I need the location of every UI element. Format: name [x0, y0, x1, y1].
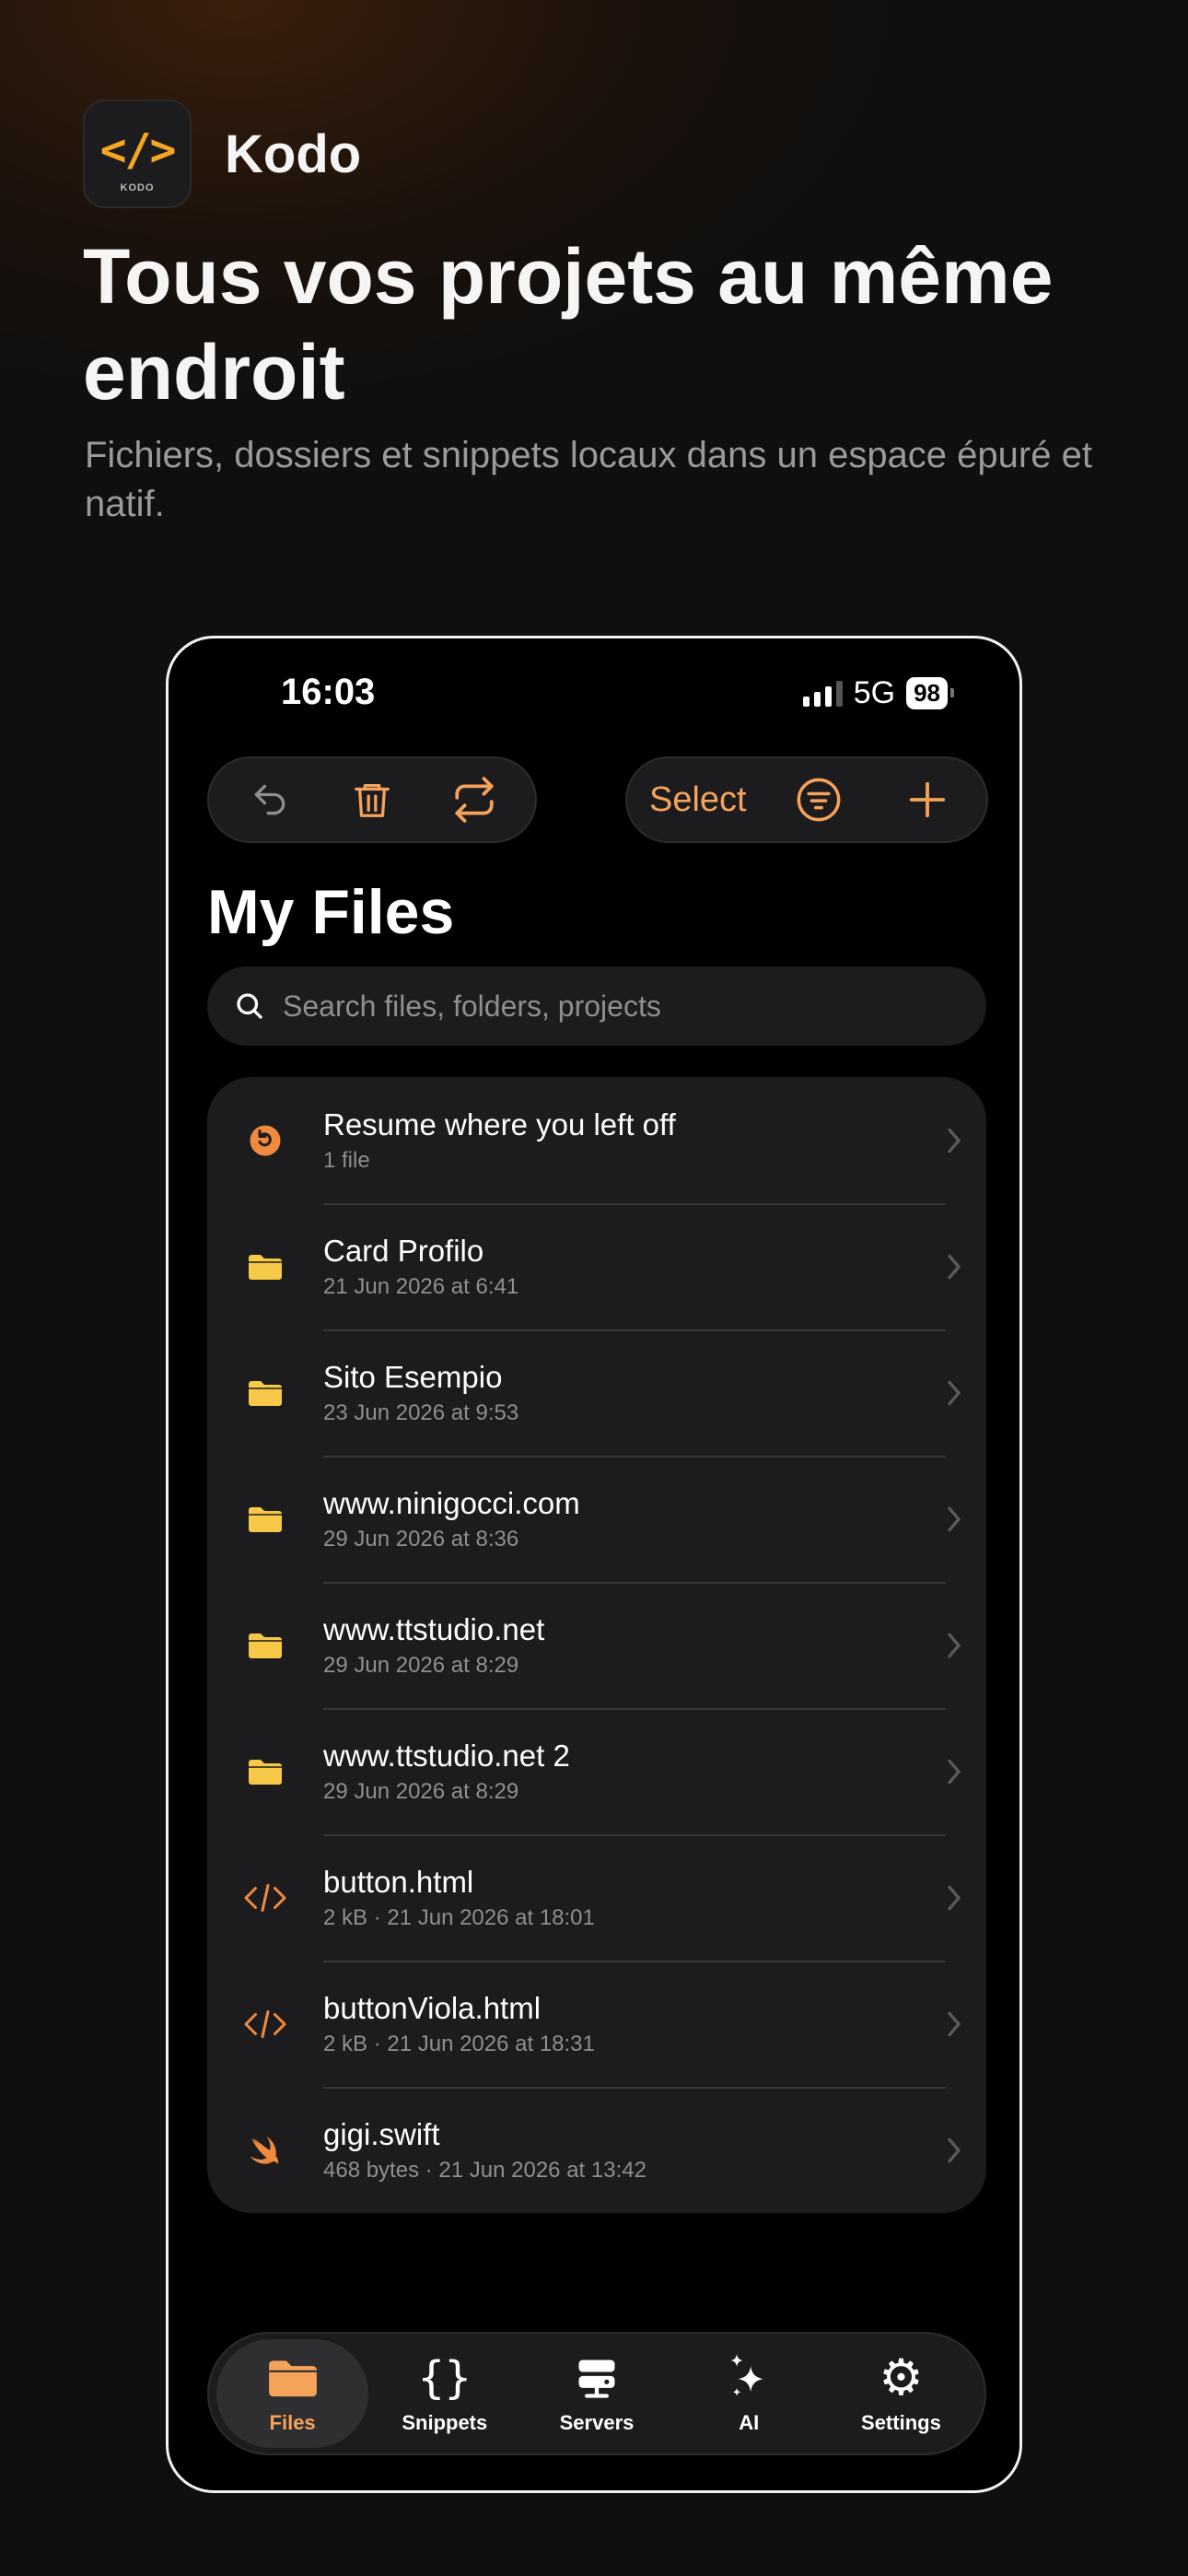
- item-name: Resume where you left off: [323, 1107, 676, 1142]
- folder-icon: [249, 1380, 282, 1406]
- trash-icon: [355, 784, 390, 817]
- tab-label: Files: [269, 2411, 316, 2434]
- filter-button[interactable]: [782, 763, 856, 837]
- plus-icon: [909, 781, 946, 818]
- delete-button[interactable]: [335, 763, 409, 837]
- item-meta: 2 kB · 21 Jun 2026 at 18:31: [323, 2031, 595, 2056]
- item-name: buttonViola.html: [323, 1990, 542, 2025]
- tab-servers[interactable]: Servers: [520, 2339, 672, 2448]
- tab-bar: Files {} Snippets Servers AI ⚙ Settings: [207, 2332, 986, 2455]
- app-icon-caption: KODO: [120, 182, 155, 193]
- app-icon: </> KODO: [83, 100, 192, 208]
- tab-settings[interactable]: ⚙ Settings: [825, 2339, 977, 2448]
- chevron-right-icon: [948, 1380, 961, 1405]
- resume-icon: [250, 1125, 281, 1155]
- swift-file-icon: [250, 2136, 279, 2164]
- list-item-file[interactable]: gigi.swift 468 bytes · 21 Jun 2026 at 13:…: [207, 2087, 986, 2213]
- item-meta: 2 kB · 21 Jun 2026 at 18:01: [323, 1904, 595, 1930]
- app-name: Kodo: [225, 123, 362, 184]
- phone-frame: 16:03 5G 98 Select My Files Search files…: [166, 636, 1022, 2493]
- select-button[interactable]: Select: [649, 780, 747, 820]
- tab-label: Settings: [861, 2411, 941, 2434]
- chevron-right-icon: [948, 1633, 961, 1657]
- item-meta: 21 Jun 2026 at 6:41: [323, 1273, 519, 1299]
- html-file-icon: [244, 1883, 286, 1912]
- item-meta: 29 Jun 2026 at 8:29: [323, 1652, 519, 1678]
- undo-button[interactable]: [233, 763, 307, 837]
- add-button[interactable]: [891, 763, 964, 837]
- chevron-right-icon: [948, 2137, 961, 2162]
- server-icon: [578, 2359, 615, 2398]
- search-bar[interactable]: [207, 966, 986, 1046]
- chevron-right-icon: [948, 1885, 961, 1910]
- tab-snippets[interactable]: {} Snippets: [368, 2339, 520, 2448]
- list-item-folder[interactable]: Sito Esempio 23 Jun 2026 at 9:53: [207, 1329, 986, 1456]
- sync-button[interactable]: [437, 763, 511, 837]
- tab-label: Snippets: [402, 2411, 488, 2434]
- toolbar-right: Select: [625, 756, 988, 843]
- item-meta: 23 Jun 2026 at 9:53: [323, 1399, 519, 1425]
- sparkles-icon: [730, 2354, 764, 2396]
- file-list: Resume where you left off 1 file Card Pro…: [207, 1077, 986, 2213]
- toolbar-left: [207, 756, 537, 843]
- folder-icon: [268, 2360, 317, 2397]
- list-item-folder[interactable]: www.ttstudio.net 29 Jun 2026 at 8:29: [207, 1582, 986, 1708]
- folder-icon: [249, 1759, 282, 1785]
- folder-icon: [249, 1633, 282, 1658]
- item-name: Sito Esempio: [323, 1359, 503, 1394]
- chevron-right-icon: [948, 1128, 961, 1153]
- item-meta: 1 file: [323, 1147, 370, 1173]
- item-meta: 468 bytes · 21 Jun 2026 at 13:42: [323, 2157, 646, 2183]
- signal-icon: [802, 680, 843, 707]
- promo-headline: Tous vos projets au même endroit: [83, 233, 1054, 416]
- tab-ai[interactable]: AI: [673, 2339, 825, 2448]
- filter-icon: [797, 778, 841, 822]
- search-icon: [237, 993, 262, 1019]
- app-icon-glyph: </>: [99, 124, 177, 176]
- braces-icon: {}: [417, 2352, 472, 2404]
- tab-label: AI: [739, 2411, 760, 2434]
- list-item-folder[interactable]: www.ninigocci.com 29 Jun 2026 at 8:36: [207, 1456, 986, 1582]
- battery-icon: 98: [906, 677, 954, 709]
- chevron-right-icon: [948, 1506, 961, 1531]
- item-name: www.ninigocci.com: [323, 1485, 580, 1520]
- chevron-right-icon: [948, 2011, 961, 2036]
- chevron-right-icon: [948, 1759, 961, 1784]
- page-title: My Files: [207, 877, 455, 947]
- status-bar: 16:03 5G 98: [169, 638, 1019, 749]
- gear-icon: ⚙: [879, 2348, 924, 2406]
- item-meta: 29 Jun 2026 at 8:36: [323, 1526, 519, 1551]
- promo-subline: Fichiers, dossiers et snippets locaux da…: [85, 435, 1092, 524]
- list-item-resume[interactable]: Resume where you left off 1 file: [207, 1077, 986, 1203]
- list-item-folder[interactable]: www.ttstudio.net 2 29 Jun 2026 at 8:29: [207, 1708, 986, 1834]
- item-meta: 29 Jun 2026 at 8:29: [323, 1778, 519, 1804]
- chevron-right-icon: [948, 1254, 961, 1279]
- html-file-icon: [244, 2009, 286, 2038]
- list-item-file[interactable]: button.html 2 kB · 21 Jun 2026 at 18:01: [207, 1834, 986, 1961]
- item-name: www.ttstudio.net 2: [323, 1738, 570, 1773]
- folder-icon: [249, 1254, 282, 1280]
- tab-files[interactable]: Files: [216, 2339, 369, 2448]
- list-item-folder[interactable]: Card Profilo 21 Jun 2026 at 6:41: [207, 1203, 986, 1329]
- app-header: </> KODO Kodo: [83, 100, 361, 208]
- item-name: gigi.swift: [323, 2116, 440, 2151]
- item-name: button.html: [323, 1864, 474, 1899]
- list-item-file[interactable]: buttonViola.html 2 kB · 21 Jun 2026 at 18…: [207, 1961, 986, 2087]
- item-name: www.ttstudio.net: [323, 1611, 545, 1646]
- folder-icon: [249, 1506, 282, 1532]
- network-label: 5G: [853, 675, 896, 710]
- status-indicators: 5G 98: [802, 675, 954, 711]
- tab-label: Servers: [559, 2411, 635, 2434]
- search-input[interactable]: [281, 988, 929, 1025]
- undo-icon: [254, 784, 285, 815]
- sync-icon: [455, 777, 494, 823]
- status-time: 16:03: [281, 672, 376, 712]
- item-name: Card Profilo: [323, 1233, 484, 1268]
